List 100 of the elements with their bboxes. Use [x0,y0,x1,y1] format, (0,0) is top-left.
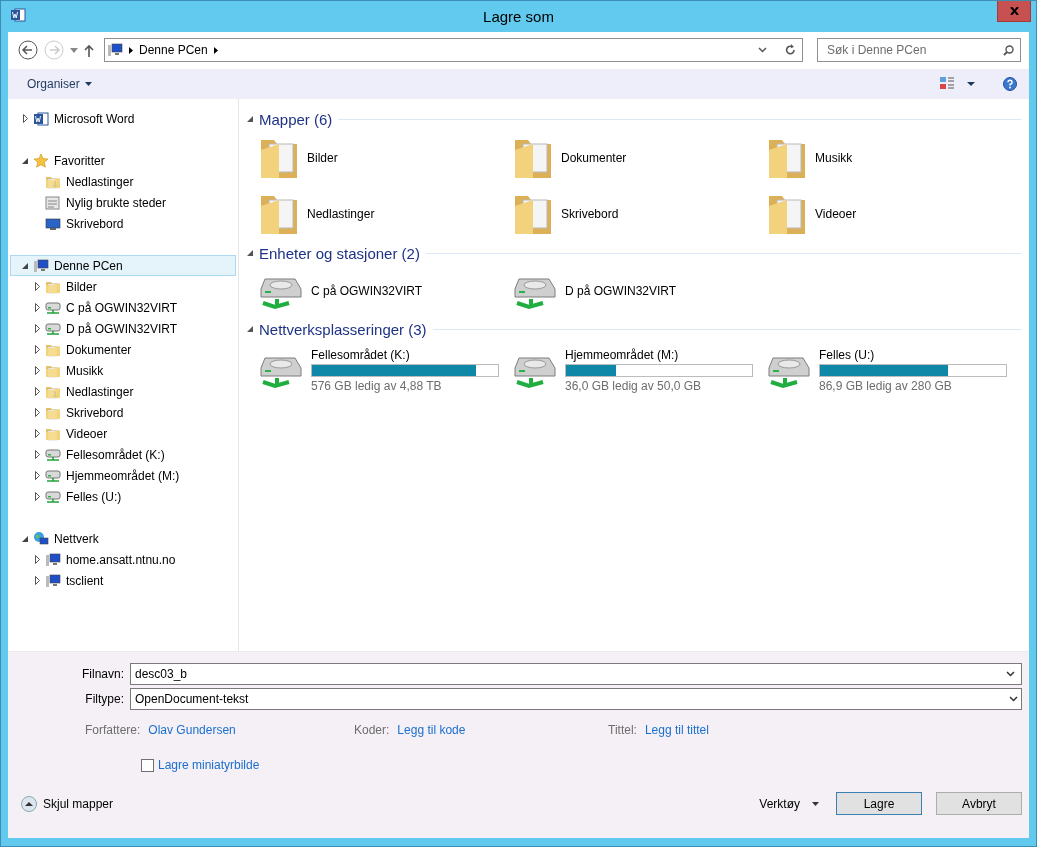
tree-item[interactable]: Favoritter [10,150,236,171]
expanded-arrow-icon[interactable] [247,326,253,332]
folder-item[interactable]: Musikk [767,135,1021,181]
checkbox[interactable] [141,758,154,772]
folder-item[interactable]: Dokumenter [513,135,767,181]
chevron-icon [213,46,218,54]
computer-icon [33,257,49,274]
save-button[interactable]: Lagre [836,792,922,815]
tree-item[interactable]: Videoer [10,423,236,444]
collapsed-arrow-icon[interactable] [34,555,40,564]
collapsed-arrow-icon[interactable] [34,429,40,438]
collapsed-arrow-icon[interactable] [34,450,40,459]
checkbox-label[interactable]: Lagre miniatyrbilde [158,758,260,772]
caret-icon [84,82,92,86]
tree-item[interactable]: C på OGWIN32VIRT [10,297,236,318]
tree-item[interactable]: Nedlastinger [10,171,236,192]
organize-menu[interactable]: Organiser [27,77,92,91]
network-drive-item[interactable]: Fellesområdet (K:) 576 GB ledig av 4,88 TB [259,342,513,398]
refresh-icon[interactable] [785,44,796,56]
close-button[interactable] [997,1,1031,22]
drive-item[interactable]: C på OGWIN32VIRT [259,269,513,313]
dropdown-icon[interactable] [758,47,767,53]
tree-item[interactable]: Skrivebord [10,402,236,423]
computer-icon [45,551,61,568]
network-drive-icon [45,467,61,484]
dropdown-icon[interactable] [1006,671,1015,677]
caret-icon [812,801,819,806]
expanded-arrow-icon[interactable] [22,535,28,542]
collapsed-arrow-icon[interactable] [34,366,40,375]
tools-menu[interactable]: Verktøy [759,796,819,811]
tree-item[interactable]: Nettverk [10,528,236,549]
filetype-dropdown[interactable]: OpenDocument-tekst [130,688,1022,710]
filename-field[interactable]: desc03_b [130,663,1022,685]
tree-item[interactable]: Nylig brukte steder [10,192,236,213]
network-drive-icon [45,488,61,505]
collapsed-arrow-icon[interactable] [34,303,40,312]
group-header[interactable]: Enheter og stasjoner (2) [259,244,420,262]
computer-icon [107,42,123,58]
tree-item[interactable]: Felles (U:) [10,486,236,507]
collapsed-arrow-icon[interactable] [34,282,40,291]
recent-places-icon [45,194,61,211]
search-field[interactable]: Søk i Denne PCen [817,38,1021,62]
tree-item[interactable]: Microsoft Word [10,108,236,129]
view-options-button[interactable] [940,77,976,91]
drive-item[interactable]: D på OGWIN32VIRT [513,269,767,313]
tree-item[interactable]: Bilder [10,276,236,297]
collapsed-arrow-icon[interactable] [34,576,40,585]
metadata-link[interactable]: Olav Gundersen [148,723,236,737]
network-drive-item[interactable]: Hjemmeområdet (M:) 36,0 GB ledig av 50,0 GB [513,342,767,398]
field-label: Filnavn: [80,667,125,681]
network-drive-icon [45,320,61,337]
tree-item[interactable]: Nedlastinger [10,381,236,402]
folder-item[interactable]: Videoer [767,191,1021,237]
up-button[interactable] [84,43,94,57]
tree-item[interactable]: Musikk [10,360,236,381]
collapsed-arrow-icon[interactable] [34,408,40,417]
collapsed-arrow-icon[interactable] [34,345,40,354]
network-drive-item[interactable]: Felles (U:) 86,9 GB ledig av 280 GB [767,342,1021,398]
folder-item[interactable]: Bilder [259,135,513,181]
help-button[interactable] [1003,77,1017,91]
group-header[interactable]: Nettverksplasseringer (3) [259,320,427,338]
folder-item[interactable]: Nedlastinger [259,191,513,237]
back-button[interactable] [18,40,38,60]
tree-item[interactable]: Skrivebord [10,213,236,234]
tree-item[interactable]: Denne PCen [10,255,236,276]
metadata-label: Forfattere: [85,723,141,737]
hide-folders-button[interactable]: Skjul mapper [21,795,114,812]
breadcrumb[interactable]: Denne PCen [139,43,208,57]
tree-item[interactable]: home.ansatt.ntnu.no [10,549,236,570]
metadata-link[interactable]: Legg til tittel [644,723,709,737]
tree-item[interactable]: D på OGWIN32VIRT [10,318,236,339]
tree-item[interactable]: tsclient [10,570,236,591]
recent-dropdown[interactable] [70,47,78,53]
close-icon [1009,7,1019,15]
collapsed-arrow-icon[interactable] [22,114,28,123]
word-icon [33,110,49,127]
folder-item[interactable]: Skrivebord [513,191,767,237]
metadata-label: Tittel: [608,723,637,737]
collapsed-arrow-icon[interactable] [34,387,40,396]
field-label: Filtype: [84,692,125,706]
collapsed-arrow-icon[interactable] [34,324,40,333]
tree-item[interactable]: Hjemmeområdet (M:) [10,465,236,486]
word-icon [10,7,26,23]
collapsed-arrow-icon[interactable] [34,471,40,480]
tree-item[interactable]: Dokumenter [10,339,236,360]
expanded-arrow-icon[interactable] [247,116,253,122]
address-bar[interactable]: Denne PCen [104,38,803,62]
network-icon [33,530,49,547]
expanded-arrow-icon[interactable] [22,262,28,269]
network-drive-icon [45,299,61,316]
search-icon [1003,44,1014,56]
expanded-arrow-icon[interactable] [247,250,253,256]
tree-item[interactable]: Fellesområdet (K:) [10,444,236,465]
window-title: Lagre som [483,8,554,25]
dropdown-icon [1009,696,1018,702]
collapsed-arrow-icon[interactable] [34,492,40,501]
expanded-arrow-icon[interactable] [22,157,28,164]
group-header[interactable]: Mapper (6) [259,110,333,128]
metadata-link[interactable]: Legg til kode [397,723,466,737]
cancel-button[interactable]: Avbryt [936,792,1022,815]
